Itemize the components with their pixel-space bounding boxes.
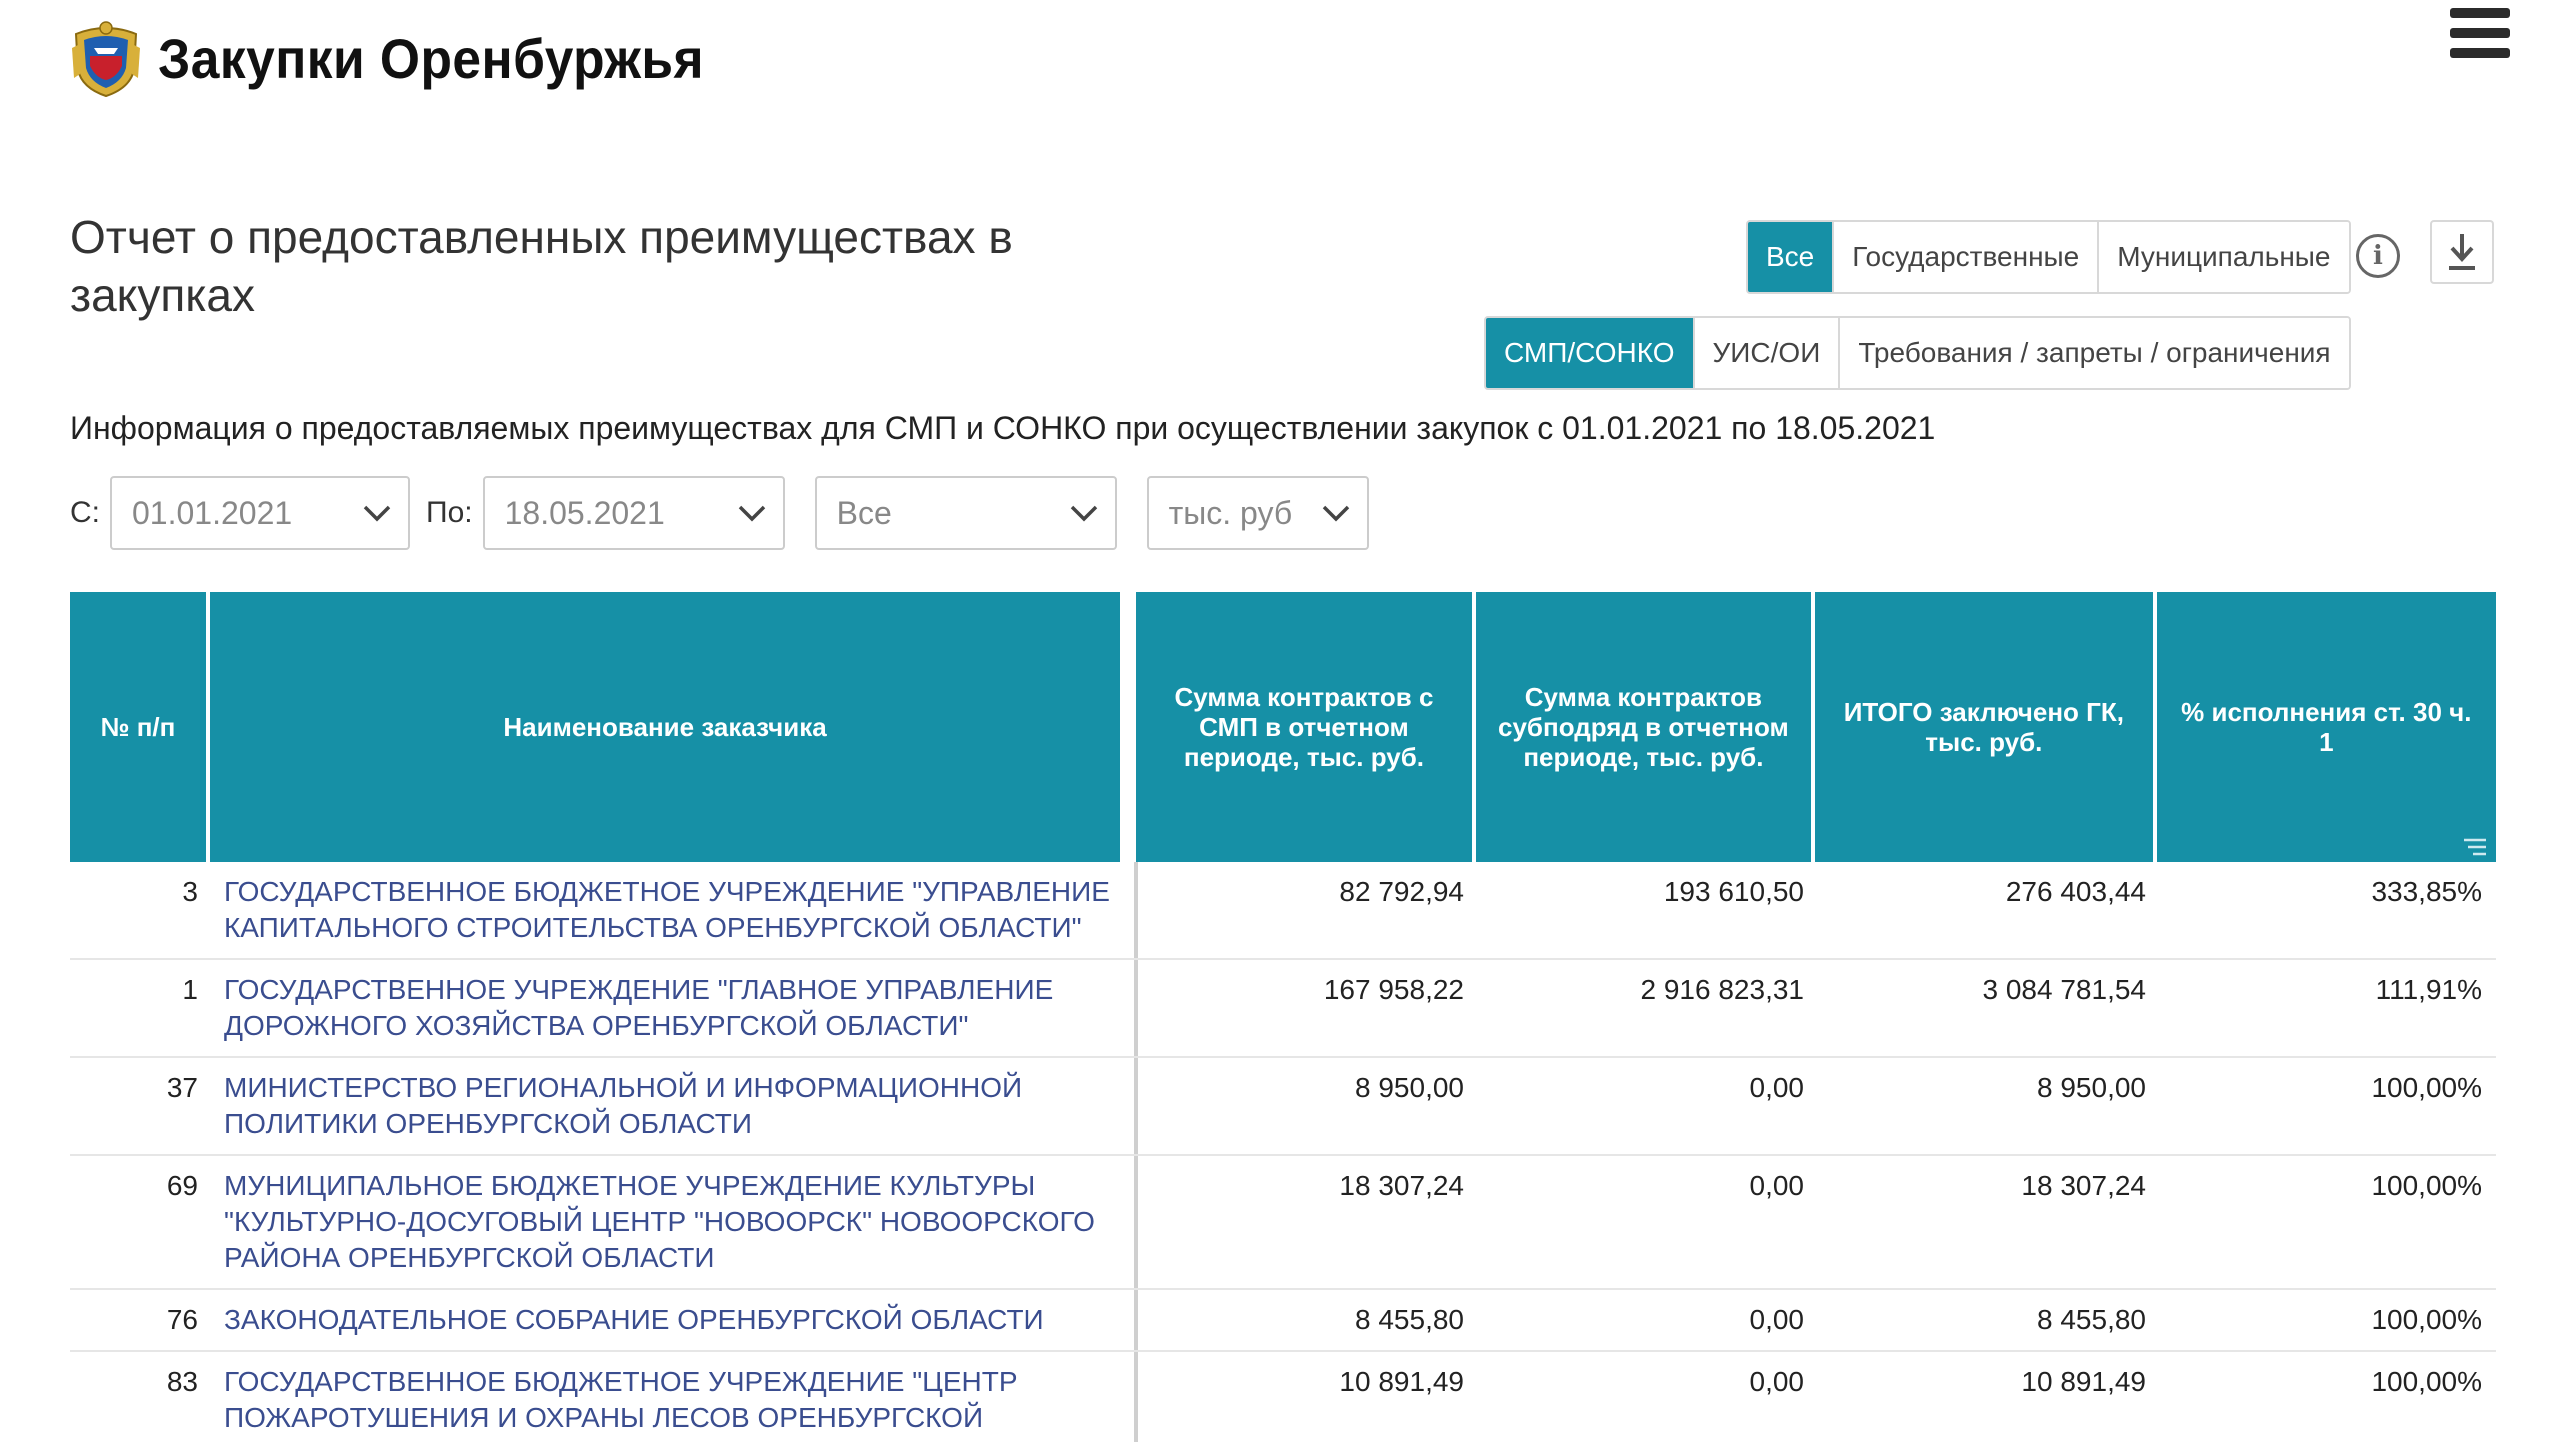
- column-filter-icon[interactable]: [2462, 836, 2488, 858]
- customer-link[interactable]: МИНИСТЕРСТВО РЕГИОНАЛЬНОЙ И ИНФОРМАЦИОНН…: [224, 1072, 1022, 1139]
- filters-bar: С: 01.01.2021 По: 18.05.2021 Все тыс. ру…: [70, 476, 1369, 550]
- table-row: 69 МУНИЦИПАЛЬНОЕ БЮДЖЕТНОЕ УЧРЕЖДЕНИЕ КУ…: [70, 1156, 2496, 1290]
- customer-link[interactable]: ГОСУДАРСТВЕННОЕ БЮДЖЕТНОЕ УЧРЕЖДЕНИЕ "ЦЕ…: [224, 1366, 1018, 1442]
- unit-value: тыс. руб: [1168, 494, 1293, 531]
- row-number: 69: [166, 1170, 198, 1201]
- smp-sum-cell: 82 792,94: [1339, 876, 1464, 907]
- table-row: 76 ЗАКОНОДАТЕЛЬНОЕ СОБРАНИЕ ОРЕНБУРГСКОЙ…: [70, 1290, 2496, 1352]
- customer-cell: ЗАКОНОДАТЕЛЬНОЕ СОБРАНИЕ ОРЕНБУРГСКОЙ ОБ…: [210, 1290, 1138, 1350]
- date-from-label: С:: [70, 496, 100, 529]
- table-row: 3 ГОСУДАРСТВЕННОЕ БЮДЖЕТНОЕ УЧРЕЖДЕНИЕ "…: [70, 862, 2496, 960]
- unit-select[interactable]: тыс. руб: [1146, 476, 1369, 550]
- chevron-down-icon: [1322, 505, 1349, 522]
- tab-smp-sonko[interactable]: СМП/СОНКО: [1486, 318, 1695, 388]
- column-header-number[interactable]: № п/п: [70, 592, 210, 862]
- row-number: 3: [182, 876, 198, 907]
- date-to-select[interactable]: 18.05.2021: [482, 476, 785, 550]
- row-number: 83: [166, 1366, 198, 1397]
- total-cell: 8 950,00: [2037, 1072, 2146, 1103]
- subcontract-sum-cell: 0,00: [1749, 1170, 1805, 1201]
- tab-state[interactable]: Государственные: [1834, 222, 2100, 292]
- row-number: 1: [182, 974, 198, 1005]
- customer-cell: МИНИСТЕРСТВО РЕГИОНАЛЬНОЙ И ИНФОРМАЦИОНН…: [210, 1058, 1138, 1154]
- tab-requirements[interactable]: Требования / запреты / ограничения: [1840, 318, 2349, 388]
- table-row: 37 МИНИСТЕРСТВО РЕГИОНАЛЬНОЙ И ИНФОРМАЦИ…: [70, 1058, 2496, 1156]
- hamburger-menu-icon[interactable]: [2450, 8, 2510, 58]
- level-value: Все: [836, 494, 892, 531]
- table-row: 1 ГОСУДАРСТВЕННОЕ УЧРЕЖДЕНИЕ "ГЛАВНОЕ УП…: [70, 960, 2496, 1058]
- date-to-value: 18.05.2021: [504, 494, 665, 531]
- row-number: 76: [166, 1304, 198, 1335]
- column-header-smp-sum[interactable]: Сумма контрактов с СМП в отчетном период…: [1136, 592, 1476, 862]
- page-title: Отчет о предоставленных преимуществах в …: [70, 211, 1013, 321]
- column-header-percent-label: % исполнения ст. 30 ч. 1: [2181, 697, 2472, 757]
- customer-link[interactable]: ЗАКОНОДАТЕЛЬНОЕ СОБРАНИЕ ОРЕНБУРГСКОЙ ОБ…: [224, 1304, 1044, 1335]
- date-from-select[interactable]: 01.01.2021: [110, 476, 410, 550]
- date-from-value: 01.01.2021: [132, 494, 293, 531]
- smp-sum-cell: 8 455,80: [1355, 1304, 1464, 1335]
- type-tabs: СМП/СОНКО УИС/ОИ Требования / запреты / …: [1484, 316, 2351, 390]
- total-cell: 10 891,49: [2021, 1366, 2146, 1397]
- menu-bar: [2450, 8, 2510, 18]
- subcontract-sum-cell: 2 916 823,31: [1640, 974, 1805, 1005]
- total-cell: 3 084 781,54: [1982, 974, 2147, 1005]
- chevron-down-icon: [1070, 505, 1097, 522]
- menu-bar: [2450, 28, 2510, 38]
- smp-sum-cell: 18 307,24: [1339, 1170, 1464, 1201]
- chevron-down-icon: [363, 505, 391, 522]
- percent-cell: 100,00%: [2371, 1304, 2482, 1335]
- benefits-table: № п/п Наименование заказчика Сумма контр…: [70, 592, 2497, 1442]
- scope-tabs: Все Государственные Муниципальные: [1746, 220, 2351, 294]
- tab-all[interactable]: Все: [1748, 222, 1835, 292]
- customer-cell: МУНИЦИПАЛЬНОЕ БЮДЖЕТНОЕ УЧРЕЖДЕНИЕ КУЛЬТ…: [210, 1156, 1138, 1288]
- percent-cell: 100,00%: [2371, 1170, 2482, 1201]
- column-header-total[interactable]: ИТОГО заключено ГК, тыс. руб.: [1815, 592, 2157, 862]
- table-row: 83 ГОСУДАРСТВЕННОЕ БЮДЖЕТНОЕ УЧРЕЖДЕНИЕ …: [70, 1352, 2496, 1442]
- column-header-subcontract-sum[interactable]: Сумма контрактов субподряд в отчетном пе…: [1475, 592, 1816, 862]
- download-button[interactable]: [2430, 220, 2494, 284]
- tab-uis-oi[interactable]: УИС/ОИ: [1694, 318, 1841, 388]
- percent-cell: 100,00%: [2371, 1072, 2482, 1103]
- percent-cell: 333,85%: [2371, 876, 2482, 907]
- total-cell: 18 307,24: [2021, 1170, 2146, 1201]
- column-header-percent[interactable]: % исполнения ст. 30 ч. 1: [2156, 592, 2497, 862]
- info-icon[interactable]: i: [2356, 234, 2400, 278]
- level-select[interactable]: Все: [814, 476, 1117, 550]
- site-title[interactable]: Закупки Оренбуржья: [158, 26, 704, 91]
- total-cell: 276 403,44: [2005, 876, 2146, 907]
- customer-link[interactable]: ГОСУДАРСТВЕННОЕ УЧРЕЖДЕНИЕ "ГЛАВНОЕ УПРА…: [224, 974, 1053, 1041]
- subcontract-sum-cell: 0,00: [1749, 1072, 1805, 1103]
- subcontract-sum-cell: 0,00: [1749, 1304, 1805, 1335]
- table-header: № п/п Наименование заказчика Сумма контр…: [70, 592, 2497, 862]
- table-body: 3 ГОСУДАРСТВЕННОЕ БЮДЖЕТНОЕ УЧРЕЖДЕНИЕ "…: [70, 862, 2496, 1442]
- period-info-text: Информация о предоставляемых преимуществ…: [70, 410, 1936, 446]
- column-header-customer[interactable]: Наименование заказчика: [209, 592, 1137, 862]
- customer-link[interactable]: МУНИЦИПАЛЬНОЕ БЮДЖЕТНОЕ УЧРЕЖДЕНИЕ КУЛЬТ…: [224, 1170, 1095, 1273]
- date-to-label: По:: [426, 496, 473, 529]
- subcontract-sum-cell: 193 610,50: [1663, 876, 1804, 907]
- smp-sum-cell: 8 950,00: [1355, 1072, 1464, 1103]
- customer-link[interactable]: ГОСУДАРСТВЕННОЕ БЮДЖЕТНОЕ УЧРЕЖДЕНИЕ "УП…: [224, 876, 1110, 943]
- smp-sum-cell: 10 891,49: [1339, 1366, 1464, 1397]
- smp-sum-cell: 167 958,22: [1323, 974, 1464, 1005]
- row-number: 37: [166, 1072, 198, 1103]
- customer-cell: ГОСУДАРСТВЕННОЕ БЮДЖЕТНОЕ УЧРЕЖДЕНИЕ "ЦЕ…: [210, 1352, 1138, 1442]
- subcontract-sum-cell: 0,00: [1749, 1366, 1805, 1397]
- site-header: Закупки Оренбуржья: [70, 18, 752, 98]
- percent-cell: 111,91%: [2375, 974, 2482, 1005]
- total-cell: 8 455,80: [2037, 1304, 2146, 1335]
- percent-cell: 100,00%: [2371, 1366, 2482, 1397]
- customer-cell: ГОСУДАРСТВЕННОЕ БЮДЖЕТНОЕ УЧРЕЖДЕНИЕ "УП…: [210, 862, 1138, 958]
- coat-of-arms-icon[interactable]: [70, 18, 142, 98]
- download-icon: [2449, 234, 2475, 270]
- tab-municipal[interactable]: Муниципальные: [2099, 222, 2349, 292]
- menu-bar: [2450, 48, 2510, 58]
- chevron-down-icon: [738, 505, 765, 522]
- customer-cell: ГОСУДАРСТВЕННОЕ УЧРЕЖДЕНИЕ "ГЛАВНОЕ УПРА…: [210, 960, 1138, 1056]
